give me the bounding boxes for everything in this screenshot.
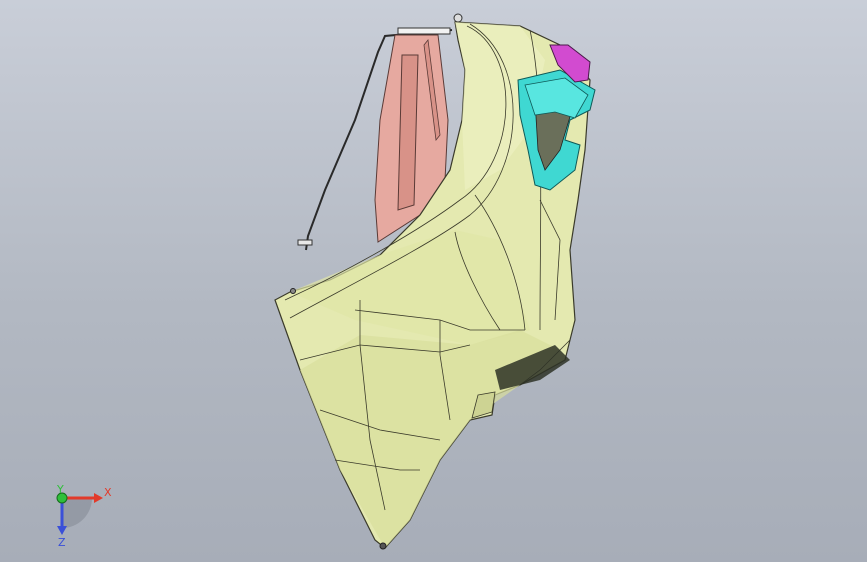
z-axis-label: Z [58, 536, 66, 549]
x-axis-label: X [104, 486, 112, 499]
triad-shadow [62, 498, 92, 528]
orientation-triad[interactable]: X Y Z [0, 0, 867, 562]
cad-viewport[interactable]: X Y Z [0, 0, 867, 562]
y-axis-label: Y [56, 483, 64, 496]
